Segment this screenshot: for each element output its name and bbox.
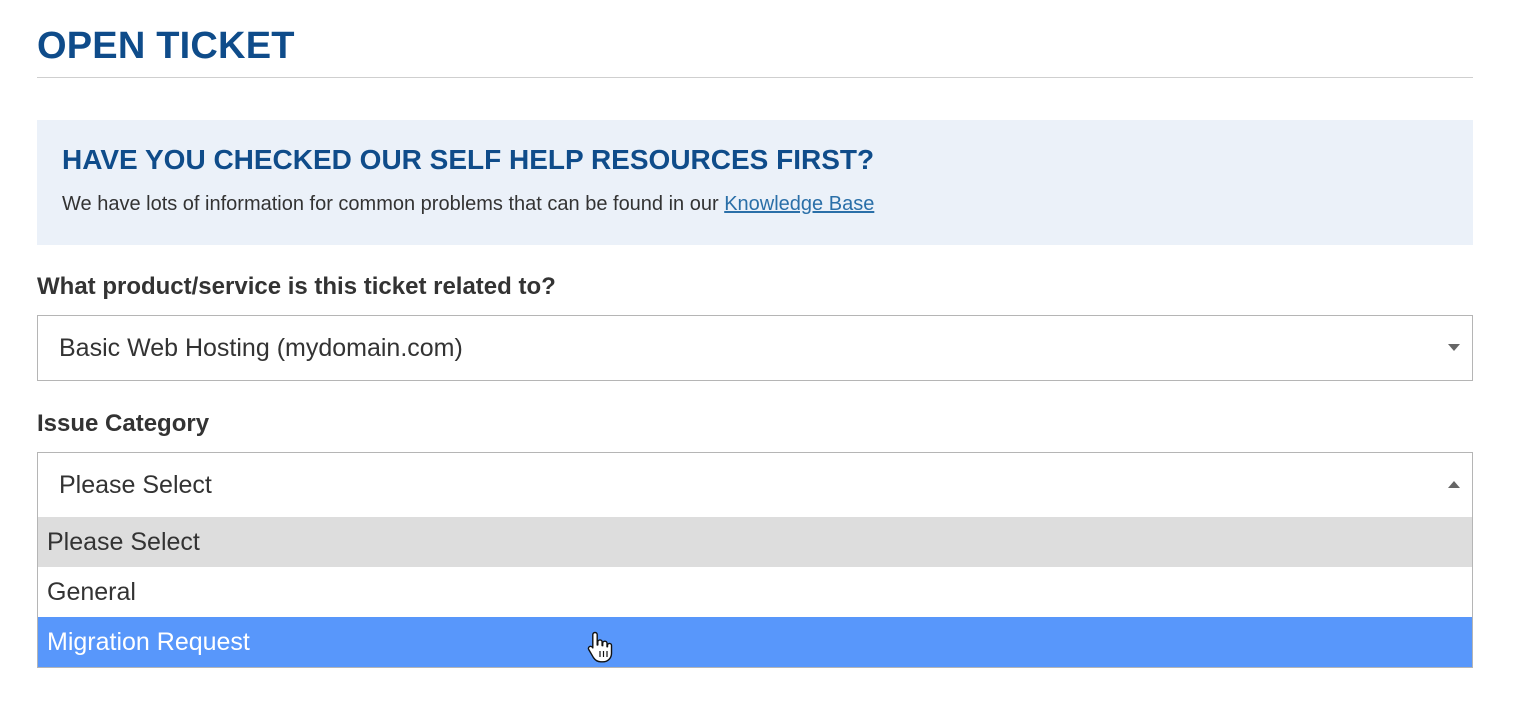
product-service-label: What product/service is this ticket rela… — [37, 273, 556, 300]
issue-category-dropdown: Please Select General Migration Request — [37, 517, 1473, 668]
self-help-text: We have lots of information for common p… — [62, 192, 874, 216]
product-service-select[interactable]: Basic Web Hosting (mydomain.com) — [37, 315, 1473, 381]
self-help-heading: HAVE YOU CHECKED OUR SELF HELP RESOURCES… — [62, 144, 875, 175]
option-migration-request[interactable]: Migration Request — [38, 617, 1472, 667]
option-general[interactable]: General — [38, 567, 1472, 617]
self-help-text-body: We have lots of information for common p… — [62, 193, 725, 215]
chevron-down-icon — [1448, 344, 1460, 351]
chevron-up-icon — [1448, 481, 1460, 488]
issue-category-label: Issue Category — [37, 410, 210, 437]
title-divider — [37, 77, 1473, 78]
product-service-value: Basic Web Hosting (mydomain.com) — [59, 334, 463, 362]
option-please-select[interactable]: Please Select — [38, 517, 1472, 567]
page-title: OPEN TICKET — [37, 25, 295, 67]
knowledge-base-link[interactable]: Knowledge Base — [724, 193, 874, 215]
hand-pointer-icon — [587, 631, 613, 663]
issue-category-select[interactable]: Please Select — [37, 452, 1473, 518]
self-help-banner — [37, 120, 1473, 245]
issue-category-value: Please Select — [59, 471, 212, 499]
